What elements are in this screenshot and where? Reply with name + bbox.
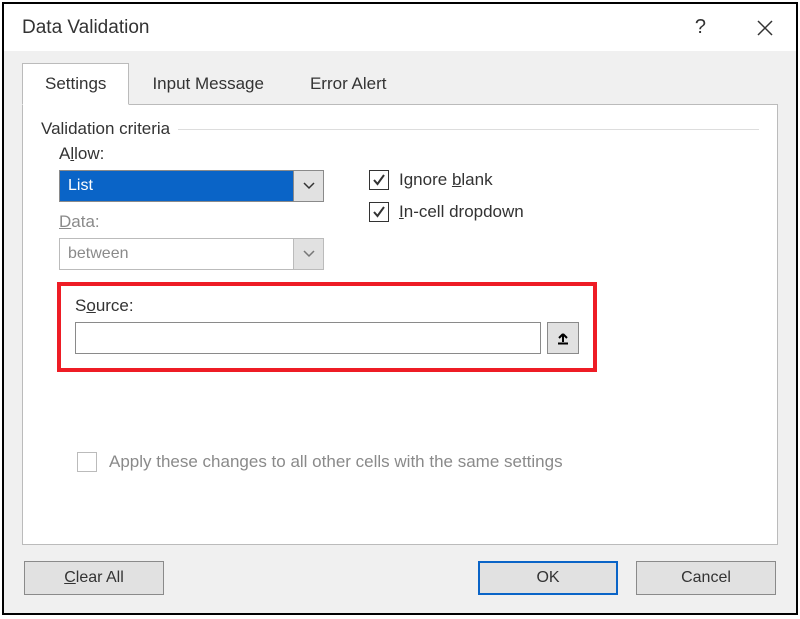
- ignore-blank-label: Ignore blank: [399, 170, 493, 190]
- tab-settings[interactable]: Settings: [22, 63, 129, 105]
- close-button[interactable]: [752, 15, 778, 41]
- checkmark-icon: [372, 205, 386, 219]
- data-dropdown-arrow: [293, 239, 323, 269]
- settings-panel: Validation criteria Allow: List Data:: [22, 105, 778, 545]
- chevron-down-icon: [303, 250, 315, 258]
- titlebar: Data Validation ?: [4, 4, 796, 51]
- incell-dropdown-label: In-cell dropdown: [399, 202, 524, 222]
- criteria-body: Allow: List Data: between: [41, 130, 759, 472]
- source-input[interactable]: [75, 322, 541, 354]
- data-value: between: [60, 239, 293, 269]
- tab-input-message[interactable]: Input Message: [129, 63, 287, 104]
- data-validation-dialog: Data Validation ? Settings Input Message…: [2, 2, 798, 615]
- tab-strip: Settings Input Message Error Alert: [22, 63, 778, 105]
- chevron-down-icon: [303, 182, 315, 190]
- allow-combobox[interactable]: List: [59, 170, 324, 202]
- apply-changes-label: Apply these changes to all other cells w…: [109, 452, 563, 472]
- clear-all-button[interactable]: Clear All: [24, 561, 164, 595]
- data-label: Data:: [59, 212, 329, 232]
- validation-criteria-legend: Validation criteria: [41, 119, 178, 139]
- allow-dropdown-arrow[interactable]: [293, 171, 323, 201]
- ignore-blank-checkbox[interactable]: [369, 170, 389, 190]
- tab-error-alert[interactable]: Error Alert: [287, 63, 410, 104]
- source-label: Source:: [75, 296, 579, 316]
- apply-changes-row: Apply these changes to all other cells w…: [59, 452, 759, 472]
- range-selector-button[interactable]: [547, 322, 579, 354]
- incell-dropdown-row: In-cell dropdown: [369, 202, 524, 222]
- dialog-footer: Clear All OK Cancel: [4, 545, 796, 613]
- dialog-title: Data Validation: [22, 17, 149, 39]
- source-highlight-box: Source:: [57, 282, 597, 372]
- checkmark-icon: [372, 173, 386, 187]
- apply-changes-checkbox: [77, 452, 97, 472]
- data-combobox: between: [59, 238, 324, 270]
- ok-button[interactable]: OK: [478, 561, 618, 595]
- dialog-content: Settings Input Message Error Alert Valid…: [4, 51, 796, 545]
- allow-value: List: [60, 171, 293, 201]
- close-icon: [756, 19, 774, 37]
- cancel-button[interactable]: Cancel: [636, 561, 776, 595]
- titlebar-controls: ?: [689, 14, 778, 41]
- range-selector-icon: [556, 331, 570, 345]
- incell-dropdown-checkbox[interactable]: [369, 202, 389, 222]
- help-button[interactable]: ?: [689, 14, 712, 41]
- ignore-blank-row: Ignore blank: [369, 170, 524, 190]
- allow-label: Allow:: [59, 144, 329, 164]
